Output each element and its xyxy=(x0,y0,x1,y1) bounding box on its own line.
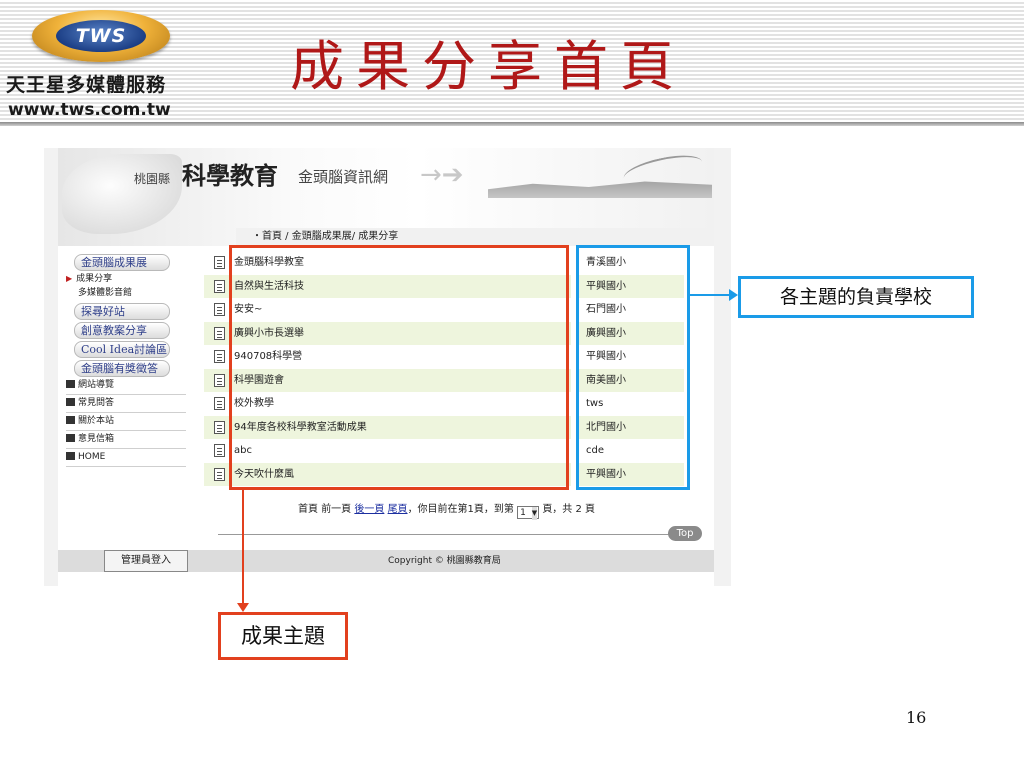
slide-title: 成果分享首頁 xyxy=(290,35,686,98)
menu-util-home-label: HOME xyxy=(78,452,106,462)
banner-county: 桃園縣 xyxy=(134,172,171,186)
document-icon xyxy=(214,256,225,269)
tws-logo-badge: TWS xyxy=(56,20,146,52)
page-number: 16 xyxy=(906,708,927,727)
pager-total-text: 頁，共 2 頁 xyxy=(542,504,596,515)
brand-url: www.tws.com.tw xyxy=(8,100,171,120)
menu-util-faq[interactable]: 常見問答 xyxy=(66,395,186,413)
topic-highlight-box xyxy=(229,245,569,490)
document-icon xyxy=(214,350,225,363)
pagination: 首頁 前一頁 後一頁 尾頁，你目前在第1頁，到第 1 頁，共 2 頁 xyxy=(298,500,596,520)
menu-util-about[interactable]: 關於本站 xyxy=(66,413,186,431)
copyright: Copyright © 桃園縣教育局 xyxy=(388,556,501,566)
pager-first[interactable]: 首頁 xyxy=(298,504,318,515)
document-icon xyxy=(214,397,225,410)
menu-section-lessons[interactable]: 創意教案分享 xyxy=(74,322,170,339)
divider xyxy=(218,534,670,535)
menu-item-share[interactable]: ▶ 成果分享 xyxy=(66,271,208,286)
admin-login-button[interactable]: 管理員登入 xyxy=(104,550,188,572)
menu-util-sitemap[interactable]: 網站導覽 xyxy=(66,377,186,395)
brand-name: 天王星多媒體服務 xyxy=(6,74,167,96)
document-icon xyxy=(214,373,225,387)
document-icon xyxy=(214,467,225,481)
logo-text: TWS xyxy=(75,25,127,47)
document-icon xyxy=(214,420,225,434)
page-select[interactable]: 1 xyxy=(517,506,540,520)
menu-util-sitemap-label: 網站導覽 xyxy=(78,380,115,390)
mailbox-icon xyxy=(66,434,75,442)
menu-item-share-label: 成果分享 xyxy=(76,274,113,284)
school-callout: 各主題的負責學校 xyxy=(738,276,974,318)
arrow-decoration-icon: →➔ xyxy=(420,160,464,190)
pager-prev[interactable]: 前一頁 xyxy=(321,504,351,515)
menu-util-feedback[interactable]: 意見信箱 xyxy=(66,431,186,449)
document-icon xyxy=(214,303,225,316)
pager-next-link[interactable]: 後一頁 xyxy=(354,504,384,515)
info-icon xyxy=(66,416,75,424)
menu-item-media[interactable]: 多媒體影音館 xyxy=(78,286,208,301)
left-menu: 金頭腦成果展 ▶ 成果分享 多媒體影音館 探尋好站 創意教案分享 Cool Ide… xyxy=(58,252,208,467)
breadcrumb: ・首頁 / 金頭腦成果展/ 成果分享 xyxy=(236,228,714,246)
sitemap-icon xyxy=(66,380,75,388)
pager-current-text: ，你目前在第1頁，到第 xyxy=(407,504,514,515)
menu-util-feedback-label: 意見信箱 xyxy=(78,434,115,444)
header-divider xyxy=(0,122,1024,126)
banner-subtitle: 金頭腦資訊網 xyxy=(298,168,389,186)
school-highlight-box xyxy=(576,245,690,490)
menu-util-about-label: 關於本站 xyxy=(78,416,115,426)
document-icon xyxy=(214,444,225,457)
arrow-down-icon xyxy=(237,490,249,612)
pager-last-link[interactable]: 尾頁 xyxy=(388,504,408,515)
menu-section-quiz[interactable]: 金頭腦有獎徵答 xyxy=(74,360,170,377)
document-icon xyxy=(214,279,225,293)
caret-right-icon: ▶ xyxy=(66,274,73,283)
faq-icon xyxy=(66,398,75,406)
menu-section-forum[interactable]: Cool Idea討論區 xyxy=(74,341,170,358)
banner-title: 科學教育 xyxy=(182,161,278,190)
document-icon xyxy=(214,326,225,340)
menu-util-faq-label: 常見問答 xyxy=(78,398,115,408)
menu-section-sites[interactable]: 探尋好站 xyxy=(74,303,170,320)
top-button[interactable]: Top xyxy=(668,526,702,541)
topic-callout: 成果主題 xyxy=(218,612,348,660)
menu-util-home[interactable]: HOME xyxy=(66,449,186,467)
arrow-right-icon xyxy=(690,289,738,301)
menu-section-showcase[interactable]: 金頭腦成果展 xyxy=(74,254,170,271)
landscape-image xyxy=(488,181,712,198)
bird-wing-image xyxy=(62,154,182,234)
home-icon xyxy=(66,452,75,460)
